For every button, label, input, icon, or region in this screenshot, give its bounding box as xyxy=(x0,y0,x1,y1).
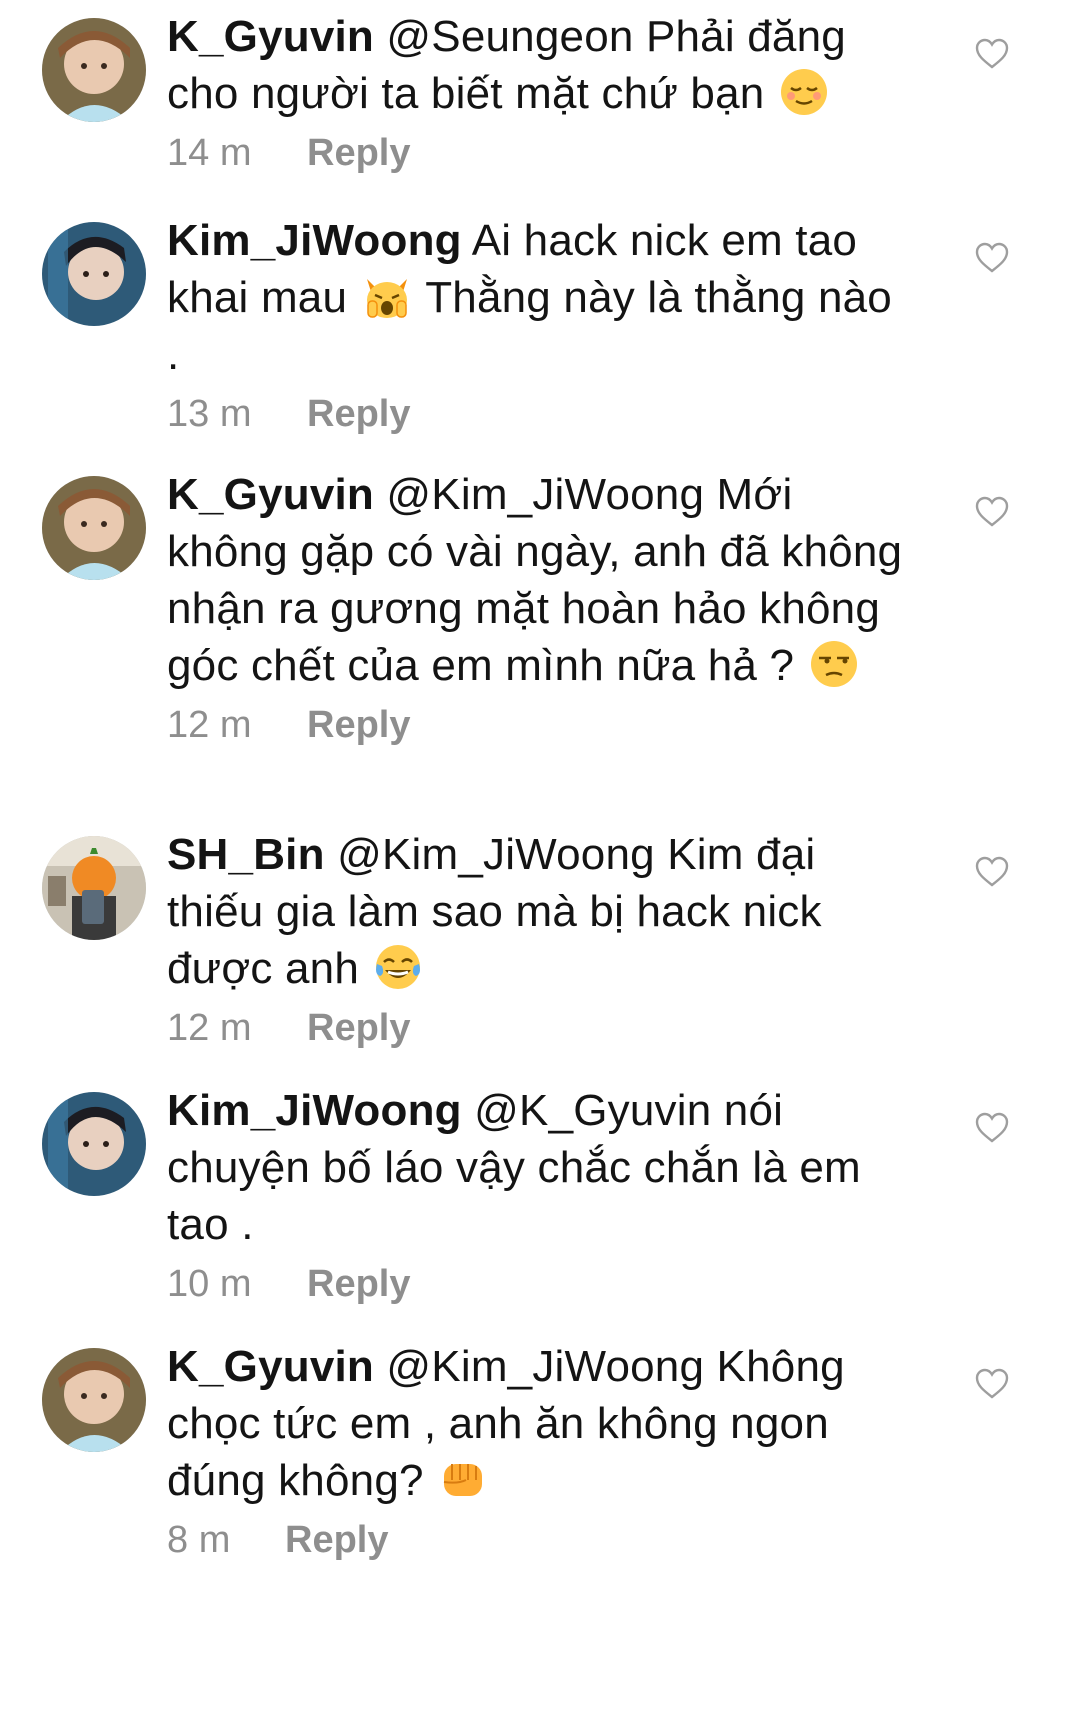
avatar[interactable] xyxy=(42,476,146,580)
comment-username[interactable]: K_Gyuvin xyxy=(167,1342,374,1391)
heart-outline-icon[interactable] xyxy=(975,1112,1009,1144)
reply-button[interactable]: Reply xyxy=(285,1519,388,1561)
heart-outline-icon[interactable] xyxy=(975,856,1009,888)
comment-meta: 10 m Reply xyxy=(167,1259,907,1309)
avatar[interactable] xyxy=(42,836,146,940)
avatar[interactable] xyxy=(42,1092,146,1196)
heart-outline-icon[interactable] xyxy=(975,38,1009,70)
reply-button[interactable]: Reply xyxy=(307,132,410,174)
unamused-face-emoji xyxy=(809,639,859,689)
comment-time: 12 m xyxy=(167,1007,252,1049)
comment-username[interactable]: SH_Bin xyxy=(167,830,325,879)
comment-text: Kim_JiWoong @K_Gyuvin nói chuyện bố láo … xyxy=(167,1082,907,1253)
comment-meta: 8 m Reply xyxy=(167,1515,907,1565)
comment-text: SH_Bin @Kim_JiWoong Kim đại thiếu gia là… xyxy=(167,826,907,997)
comment-text: K_Gyuvin @Seungeon Phải đăng cho người t… xyxy=(167,8,907,122)
heart-outline-icon[interactable] xyxy=(975,1368,1009,1400)
comment-meta: 13 m Reply xyxy=(167,389,907,439)
oncoming-fist-emoji xyxy=(438,1454,488,1504)
comment-body: K_Gyuvin @Kim_JiWoong Mới không gặp có v… xyxy=(167,466,907,750)
reply-button[interactable]: Reply xyxy=(307,393,410,435)
comment-meta: 12 m Reply xyxy=(167,1003,907,1053)
heart-outline-icon[interactable] xyxy=(975,242,1009,274)
comment-body: Kim_JiWoong @K_Gyuvin nói chuyện bố láo … xyxy=(167,1082,907,1309)
comment-username[interactable]: Kim_JiWoong xyxy=(167,216,462,265)
reply-button[interactable]: Reply xyxy=(307,1263,410,1305)
comment-body: Kim_JiWoong Ai hack nick em tao khai mau… xyxy=(167,212,907,439)
weary-cat-emoji xyxy=(362,271,412,321)
avatar[interactable] xyxy=(42,1348,146,1452)
reply-button[interactable]: Reply xyxy=(307,1007,410,1049)
reply-button[interactable]: Reply xyxy=(307,704,410,746)
comment-time: 10 m xyxy=(167,1263,252,1305)
heart-outline-icon[interactable] xyxy=(975,496,1009,528)
comment-username[interactable]: K_Gyuvin xyxy=(167,470,374,519)
avatar[interactable] xyxy=(42,222,146,326)
comment-body: K_Gyuvin @Seungeon Phải đăng cho người t… xyxy=(167,8,907,178)
avatar[interactable] xyxy=(42,18,146,122)
comment-meta: 12 m Reply xyxy=(167,700,907,750)
comment-body: SH_Bin @Kim_JiWoong Kim đại thiếu gia là… xyxy=(167,826,907,1053)
comment-text: Kim_JiWoong Ai hack nick em tao khai mau… xyxy=(167,212,907,383)
comment-time: 8 m xyxy=(167,1519,231,1561)
comment-body: K_Gyuvin @Kim_JiWoong Không chọc tức em … xyxy=(167,1338,907,1565)
comment-time: 12 m xyxy=(167,704,252,746)
tears-of-joy-emoji xyxy=(373,942,423,992)
comment-text: K_Gyuvin @Kim_JiWoong Không chọc tức em … xyxy=(167,1338,907,1509)
comment-text: K_Gyuvin @Kim_JiWoong Mới không gặp có v… xyxy=(167,466,907,694)
comment-time: 13 m xyxy=(167,393,252,435)
comment-time: 14 m xyxy=(167,132,252,174)
comment-username[interactable]: Kim_JiWoong xyxy=(167,1086,462,1135)
relieved-face-emoji xyxy=(779,67,829,117)
comment-username[interactable]: K_Gyuvin xyxy=(167,12,374,61)
comment-meta: 14 m Reply xyxy=(167,128,907,178)
